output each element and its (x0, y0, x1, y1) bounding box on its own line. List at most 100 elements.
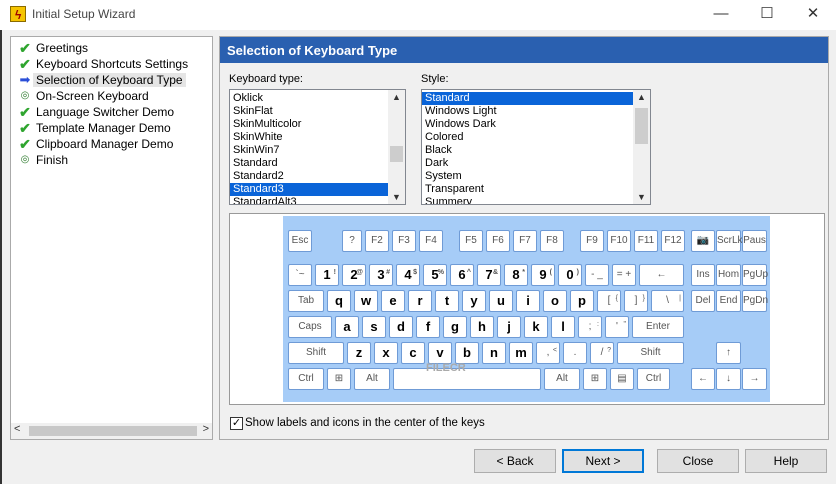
key-special[interactable]: = + (612, 264, 636, 286)
key-special[interactable]: . (563, 342, 587, 364)
key-special[interactable]: ]} (624, 290, 648, 312)
key-special[interactable]: PgDn (742, 290, 768, 312)
key-special[interactable]: 📷 (691, 230, 715, 252)
key-y[interactable]: y (462, 290, 486, 312)
key-h[interactable]: h (470, 316, 494, 338)
key-q[interactable]: q (327, 290, 351, 312)
key-special[interactable]: → (742, 368, 767, 390)
key-special[interactable]: F4 (419, 230, 443, 252)
list-item[interactable]: System (422, 170, 650, 183)
key-special[interactable]: Alt (544, 368, 580, 390)
key-p[interactable]: p (570, 290, 594, 312)
key-v[interactable]: v (428, 342, 452, 364)
key-9[interactable]: 9( (531, 264, 555, 286)
key-special[interactable]: Ctrl (288, 368, 324, 390)
key-r[interactable]: r (408, 290, 432, 312)
list-item[interactable]: Dark (422, 157, 650, 170)
key-special[interactable]: Ctrl (637, 368, 670, 390)
key-special[interactable]: Shift (617, 342, 684, 364)
key-special[interactable]: Enter (632, 316, 684, 338)
key-special[interactable]: ▤ (610, 368, 634, 390)
list-item[interactable]: Standard3 (230, 183, 405, 196)
step-item[interactable]: ✔ Clipboard Manager Demo (15, 136, 211, 152)
show-labels-checkbox[interactable]: ✓ (230, 417, 243, 430)
key-special[interactable]: Paus (742, 230, 767, 252)
key-z[interactable]: z (347, 342, 371, 364)
style-listbox[interactable]: Standard Windows Light Windows Dark Colored… (421, 89, 651, 205)
key-special[interactable]: \ | (651, 290, 684, 312)
key-3[interactable]: 3 # (369, 264, 393, 286)
list-item[interactable]: Summery (422, 196, 650, 204)
key-special[interactable]: F8 (540, 230, 564, 252)
key-d[interactable]: d (389, 316, 413, 338)
scroll-up-icon[interactable]: ▲ (388, 90, 405, 104)
key-special[interactable]: F11 (634, 230, 658, 252)
key-special[interactable]: ← (639, 264, 684, 286)
key-special[interactable]: F6 (486, 230, 510, 252)
key-c[interactable]: c (401, 342, 425, 364)
key-special[interactable]: Esc (288, 230, 312, 252)
key-special[interactable]: F9 (580, 230, 604, 252)
key-special[interactable]: PgUp (742, 264, 768, 286)
key-special[interactable]: ↑ (716, 342, 741, 364)
key-t[interactable]: t (435, 290, 459, 312)
close-window-button[interactable]: ✕ (790, 0, 836, 30)
list-item[interactable]: Windows Dark (422, 118, 650, 131)
step-item[interactable]: ➡ Selection of Keyboard Type (15, 72, 211, 88)
scroll-thumb[interactable] (635, 108, 648, 144)
key-special[interactable]: , < (536, 342, 560, 364)
close-button[interactable]: Close (657, 449, 739, 473)
list-item[interactable]: SkinMulticolor (230, 118, 405, 131)
key-special[interactable]: ⊞ (327, 368, 351, 390)
key-special[interactable]: End (716, 290, 741, 312)
key-special[interactable]: Hom (716, 264, 741, 286)
key-8[interactable]: 8 * (504, 264, 528, 286)
key-special[interactable]: Tab (288, 290, 324, 312)
key-special[interactable]: F3 (392, 230, 416, 252)
key-special[interactable]: ? (342, 230, 362, 252)
key-1[interactable]: 1! (315, 264, 339, 286)
step-item[interactable]: ✔ Keyboard Shortcuts Settings (15, 56, 211, 72)
key-special[interactable]: Ins (691, 264, 715, 286)
key-0[interactable]: 0) (558, 264, 582, 286)
back-button[interactable]: < Back (474, 449, 556, 473)
key-special[interactable]: ;: (578, 316, 602, 338)
key-special[interactable]: ' " (605, 316, 629, 338)
key-special[interactable]: F12 (661, 230, 685, 252)
key-f[interactable]: f (416, 316, 440, 338)
key-special[interactable]: ⊞ (583, 368, 607, 390)
maximize-button[interactable]: ☐ (744, 0, 790, 30)
key-special[interactable]: ScrLk (716, 230, 743, 252)
scroll-left-icon[interactable]: < (14, 423, 20, 435)
steps-horizontal-scrollbar[interactable]: < > (11, 423, 212, 439)
keyboard-type-scrollbar[interactable]: ▲ ▼ (388, 90, 405, 204)
key-special[interactable]: F5 (459, 230, 483, 252)
step-item[interactable]: ◎ Finish (15, 152, 211, 168)
keyboard-type-listbox[interactable]: Oklick SkinFlat SkinMulticolor SkinWhite Ski… (229, 89, 406, 205)
list-item[interactable]: Standard (422, 92, 650, 105)
key-special[interactable]: F7 (513, 230, 537, 252)
list-item[interactable]: Oklick (230, 92, 405, 105)
list-item[interactable]: StandardAlt3 (230, 196, 405, 204)
key-special[interactable]: ← (691, 368, 715, 390)
scroll-thumb[interactable] (390, 146, 403, 162)
minimize-button[interactable]: — (698, 0, 744, 30)
step-item[interactable]: ✔ Language Switcher Demo (15, 104, 211, 120)
key-o[interactable]: o (543, 290, 567, 312)
key-m[interactable]: m (509, 342, 533, 364)
list-item[interactable]: Standard (230, 157, 405, 170)
help-button[interactable]: Help (745, 449, 827, 473)
key-e[interactable]: e (381, 290, 405, 312)
key-space[interactable] (393, 368, 541, 390)
key-special[interactable]: ↓ (716, 368, 741, 390)
key-special[interactable]: [{ (597, 290, 621, 312)
key-k[interactable]: k (524, 316, 548, 338)
scroll-thumb[interactable] (29, 426, 197, 436)
key-u[interactable]: u (489, 290, 513, 312)
key-5[interactable]: 5% (423, 264, 447, 286)
key-n[interactable]: n (482, 342, 506, 364)
key-special[interactable]: Shift (288, 342, 344, 364)
key-a[interactable]: a (335, 316, 359, 338)
scroll-down-icon[interactable]: ▼ (388, 190, 405, 204)
list-item[interactable]: SkinFlat (230, 105, 405, 118)
